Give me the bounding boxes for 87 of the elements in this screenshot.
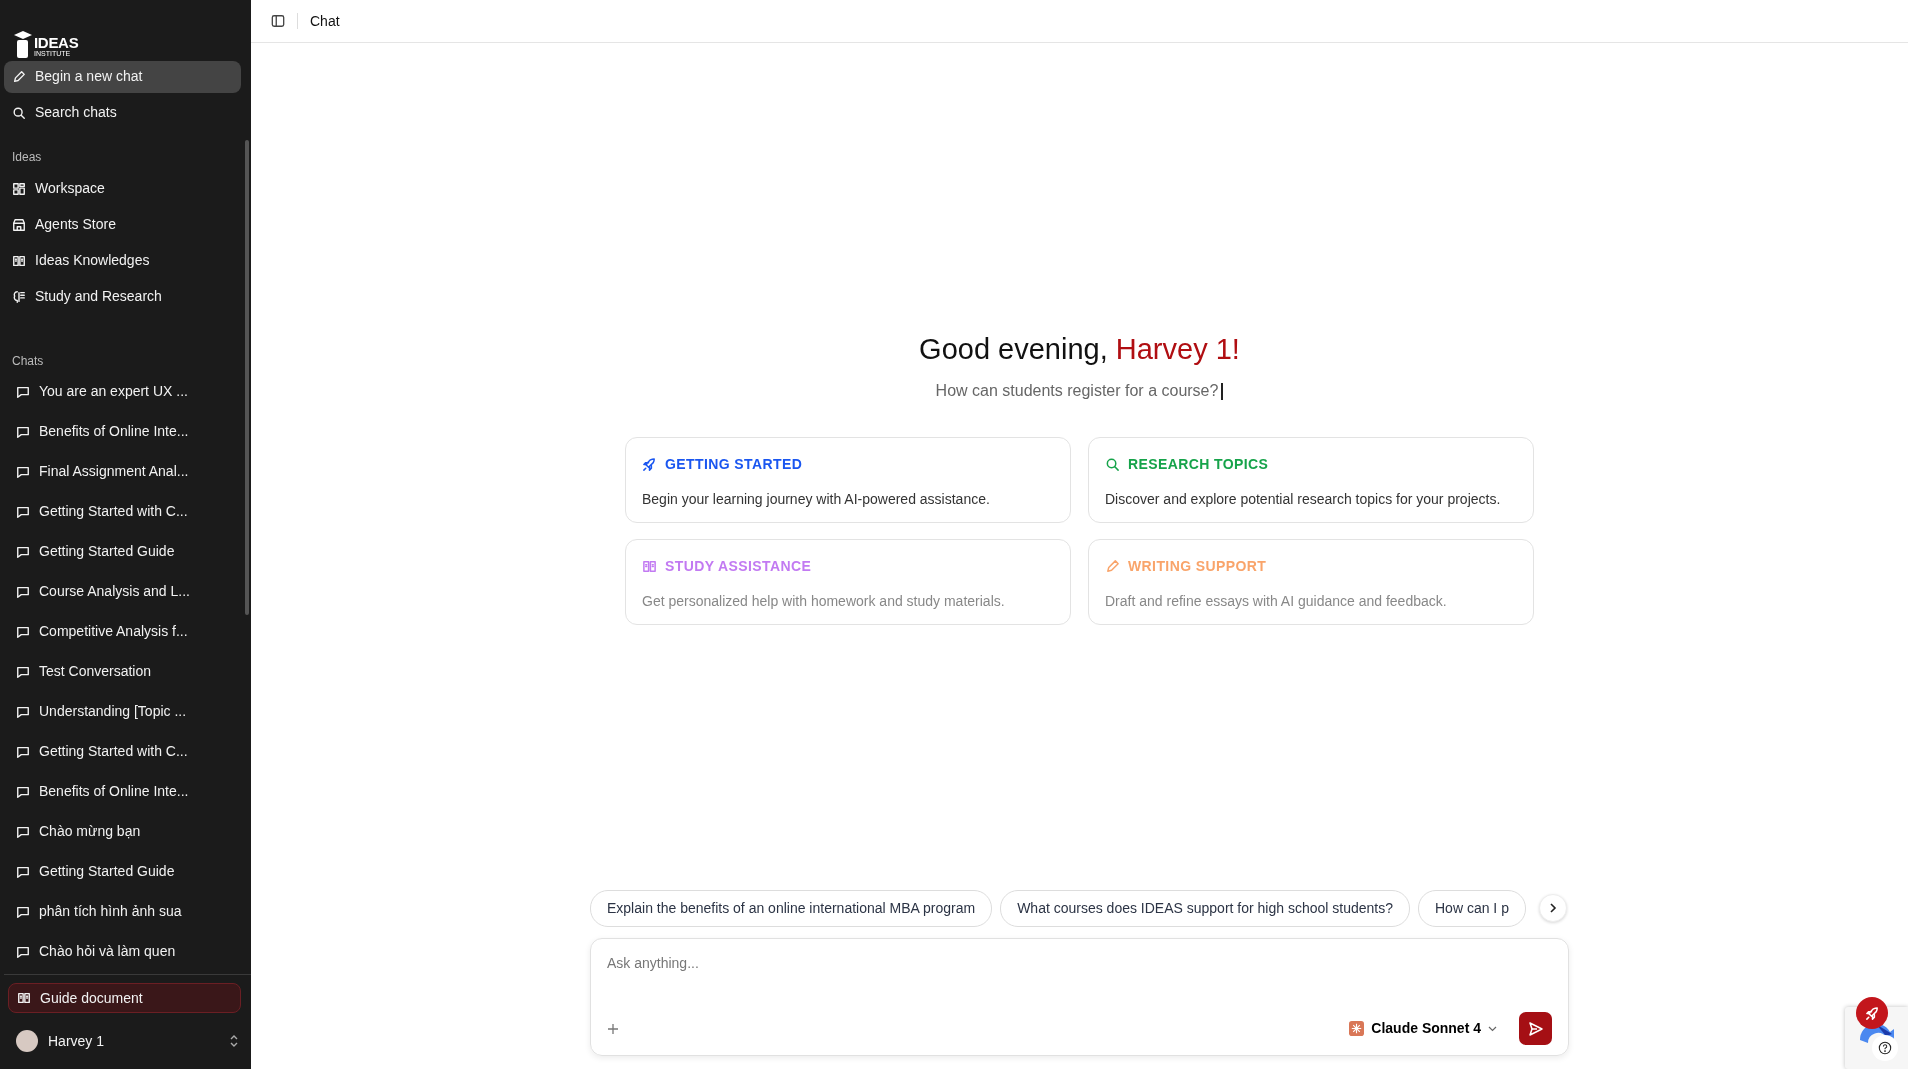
chat-item[interactable]: Getting Started Guide bbox=[4, 534, 241, 569]
search-icon bbox=[1105, 456, 1120, 472]
send-button[interactable] bbox=[1519, 1012, 1552, 1045]
chat-item[interactable]: Getting Started Guide bbox=[4, 854, 241, 889]
card-description: Discover and explore potential research topics for your projects. bbox=[1105, 489, 1502, 509]
search-icon bbox=[12, 105, 26, 120]
pencil-icon bbox=[12, 69, 26, 84]
rocket-button[interactable] bbox=[1856, 997, 1888, 1029]
send-icon bbox=[1527, 1020, 1544, 1037]
section-heading: Chats bbox=[11, 352, 45, 370]
chat-icon bbox=[16, 424, 30, 439]
book-icon bbox=[12, 253, 26, 268]
chat-icon bbox=[16, 624, 30, 639]
chat-icon bbox=[16, 464, 30, 479]
typing-prompt: How can students register for a course? bbox=[935, 381, 1219, 399]
chat-item[interactable]: Benefits of Online Inte... bbox=[4, 414, 241, 449]
chat-icon bbox=[16, 384, 30, 399]
card-description: Draft and refine essays with AI guidance and feedback. bbox=[1105, 591, 1448, 611]
card-description: Get personalized help with homework and study materials. bbox=[642, 591, 1006, 611]
sidebar-toggle-icon[interactable] bbox=[271, 14, 285, 28]
chevron-updown-icon[interactable] bbox=[229, 1034, 239, 1048]
chat-icon bbox=[16, 744, 30, 759]
greeting: Good evening, Harvey 1! bbox=[919, 332, 1240, 367]
plus-icon[interactable] bbox=[607, 1022, 619, 1035]
caret-icon bbox=[1488, 1025, 1497, 1032]
suggestion-card[interactable]: RESEARCH TOPICS Discover and explore potential research topics for your projects. bbox=[1088, 436, 1534, 523]
chat-icon bbox=[16, 704, 30, 719]
chat-item[interactable]: Course Analysis and L... bbox=[4, 574, 241, 609]
nav-item[interactable]: Study and Research bbox=[4, 280, 241, 313]
chat-item[interactable]: Competitive Analysis f... bbox=[4, 614, 241, 649]
chat-item[interactable]: Getting Started with C... bbox=[4, 734, 241, 769]
model-selector[interactable]: Claude Sonnet 4 bbox=[1343, 1017, 1503, 1040]
nav-item[interactable]: Agents Store bbox=[4, 208, 241, 241]
card-title: RESEARCH TOPICS bbox=[1128, 454, 1269, 474]
suggestion-card[interactable]: STUDY ASSISTANCE Get personalized help with homework and study materials. bbox=[625, 538, 1071, 625]
rocket-icon bbox=[642, 456, 657, 472]
suggestion-card[interactable]: WRITING SUPPORT Draft and refine essays with AI guidance and feedback. bbox=[1088, 538, 1534, 625]
card-title: STUDY ASSISTANCE bbox=[665, 556, 812, 576]
chat-item[interactable]: Chào mừng bạn bbox=[4, 814, 241, 849]
chat-item[interactable]: phân tích hình ảnh sua bbox=[4, 894, 241, 929]
guide-document-button[interactable]: Guide document bbox=[8, 983, 241, 1013]
chat-icon bbox=[16, 784, 30, 799]
chat-item[interactable]: Getting Started with C... bbox=[4, 494, 241, 529]
chat-icon bbox=[16, 824, 30, 839]
nav-item[interactable]: Ideas Knowledges bbox=[4, 244, 241, 277]
chat-icon bbox=[16, 904, 30, 919]
next-button[interactable] bbox=[1539, 894, 1567, 922]
section-heading: Ideas bbox=[11, 148, 43, 166]
chat-item[interactable]: Chào hỏi và làm quen bbox=[4, 934, 241, 969]
rocket-icon bbox=[1864, 1005, 1880, 1021]
sidebar-action[interactable]: Search chats bbox=[4, 96, 241, 129]
mortarboard-icon bbox=[14, 29, 32, 58]
card-title: WRITING SUPPORT bbox=[1128, 556, 1267, 576]
suggestion-chip[interactable]: How can I p bbox=[1418, 890, 1526, 927]
help-icon bbox=[1878, 1040, 1892, 1056]
chevron-right-icon bbox=[1548, 902, 1558, 914]
pencil-icon bbox=[1105, 558, 1120, 574]
store-icon bbox=[12, 217, 26, 232]
chat-item[interactable]: Benefits of Online Inte... bbox=[4, 774, 241, 809]
brain-icon bbox=[12, 289, 26, 304]
chat-icon bbox=[16, 944, 30, 959]
chat-icon bbox=[16, 504, 30, 519]
sidebar-action[interactable]: Begin a new chat bbox=[4, 60, 241, 93]
chat-icon bbox=[16, 544, 30, 559]
book-icon bbox=[642, 558, 657, 574]
chat-icon bbox=[16, 664, 30, 679]
card-description: Begin your learning journey with AI-powered assistance. bbox=[642, 489, 991, 509]
suggestion-chip[interactable]: Explain the benefits of an online international MBA program bbox=[590, 890, 993, 927]
grid-icon bbox=[12, 181, 26, 196]
suggestion-card[interactable]: GETTING STARTED Begin your learning journey with AI-powered assistance. bbox=[625, 436, 1071, 523]
chat-icon bbox=[16, 584, 30, 599]
chat-icon bbox=[16, 864, 30, 879]
chat-item[interactable]: Test Conversation bbox=[4, 654, 241, 689]
nav-item[interactable]: Workspace bbox=[4, 172, 241, 205]
avatar bbox=[16, 1030, 38, 1052]
card-title: GETTING STARTED bbox=[665, 454, 803, 474]
book-icon bbox=[17, 991, 31, 1005]
user-name: Harvey 1 bbox=[48, 1031, 106, 1051]
suggestion-chip[interactable]: What courses does IDEAS support for high school students? bbox=[1000, 890, 1410, 927]
message-input[interactable]: Ask anything... bbox=[607, 953, 1552, 974]
chat-item[interactable]: Understanding [Topic ... bbox=[4, 694, 241, 729]
page-title: Chat bbox=[310, 11, 340, 31]
model-logo-icon bbox=[1349, 1021, 1365, 1036]
chat-item[interactable]: You are an expert UX ... bbox=[4, 374, 241, 409]
logo-title: IDEAS bbox=[34, 35, 79, 50]
text-cursor bbox=[1221, 383, 1224, 401]
chat-item[interactable]: Final Assignment Anal... bbox=[4, 454, 241, 489]
